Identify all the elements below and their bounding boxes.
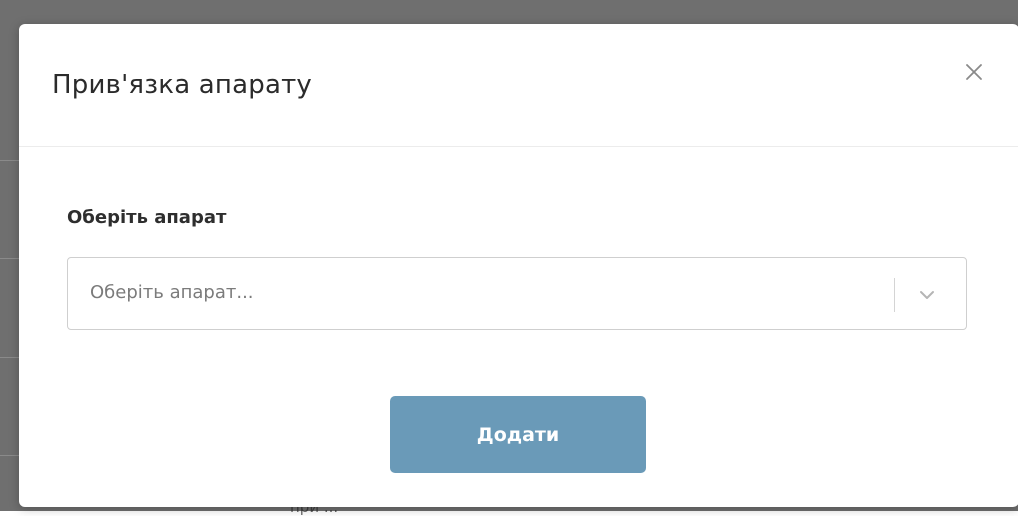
device-select[interactable]: Оберіть апарат... [67,257,967,330]
dropdown-toggle[interactable] [915,283,939,307]
close-button[interactable] [962,60,986,84]
device-select-placeholder: Оберіть апарат... [90,282,254,303]
add-button[interactable]: Додати [390,396,646,473]
dialog-header: Прив'язка апарату [19,24,1018,147]
select-separator [894,278,895,312]
link-device-dialog: Прив'язка апарату Оберіть апарат Оберіть… [19,24,1018,507]
close-icon [966,64,982,80]
chevron-down-icon [920,291,934,299]
dialog-title: Прив'язка апарату [52,70,313,100]
device-field-label: Оберіть апарат [67,207,227,228]
